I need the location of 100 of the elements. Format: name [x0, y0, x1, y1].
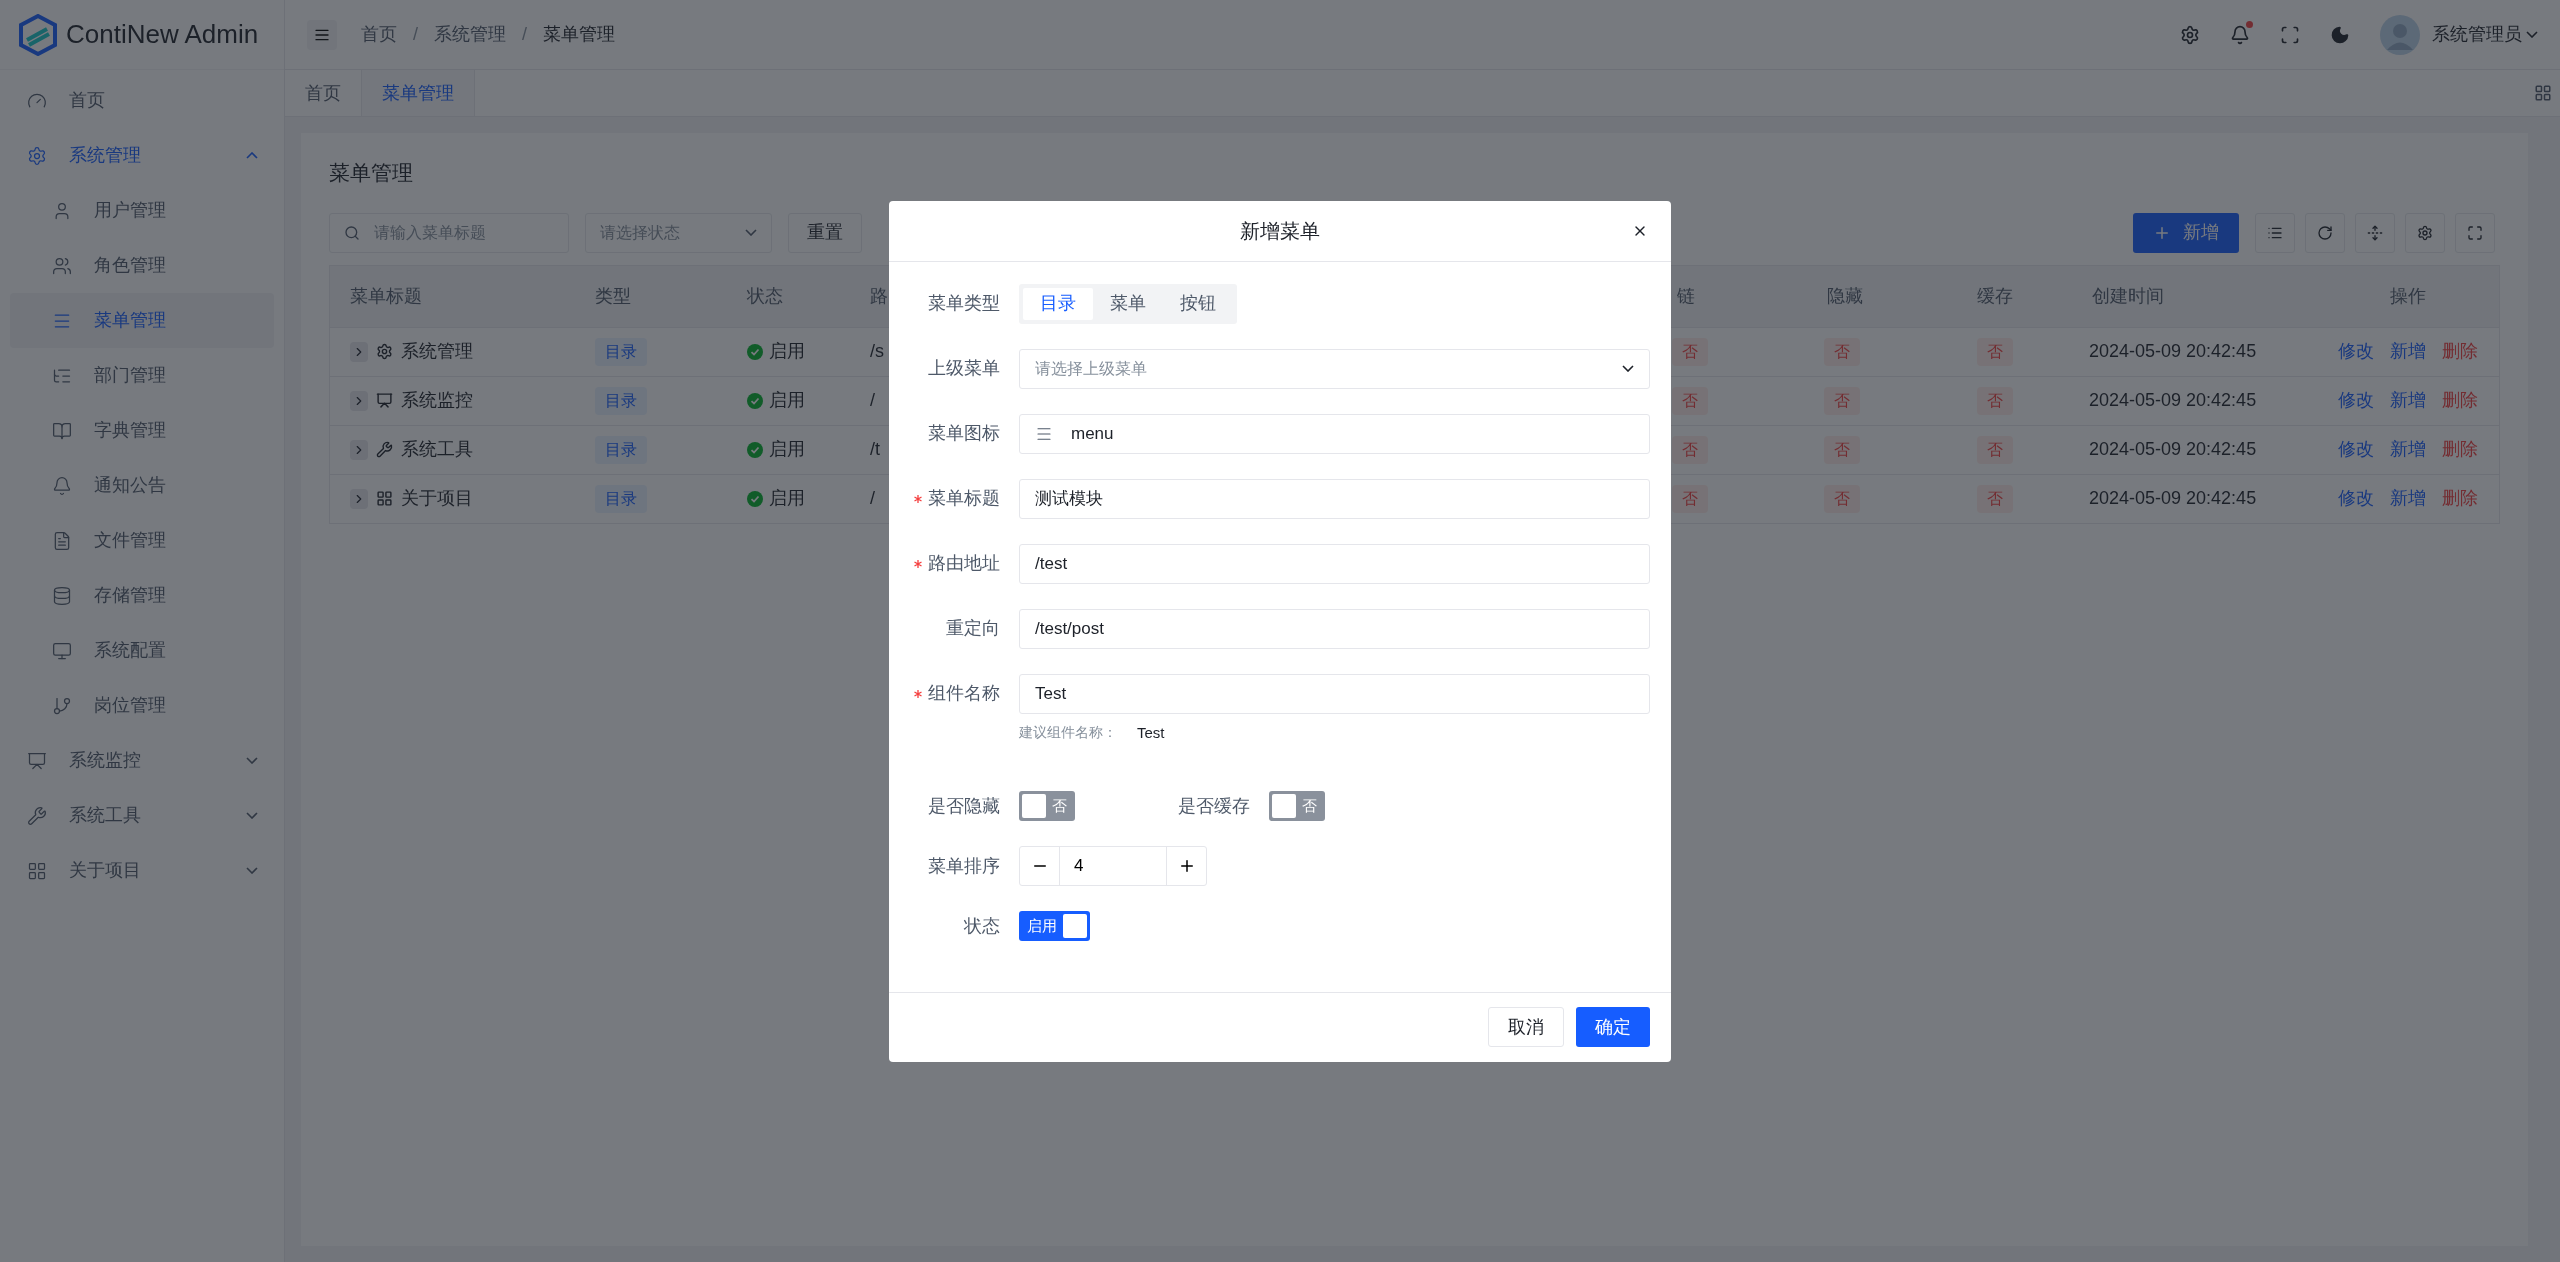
toggle-switch[interactable]: 否: [1019, 791, 1075, 821]
icon-input-field[interactable]: menu: [1019, 413, 1650, 454]
tag: 否: [1672, 337, 1708, 366]
expand-button[interactable]: [350, 439, 368, 460]
sidebar-subitem[interactable]: 部门管理: [10, 348, 274, 403]
tag: 目录: [595, 484, 647, 513]
required-icon: [914, 559, 922, 568]
breadcrumb-item: 菜单管理: [543, 23, 616, 46]
tag: 否: [1824, 337, 1860, 366]
sidebar-subitem[interactable]: 文件管理: [10, 513, 274, 568]
sidebar-item[interactable]: 系统工具: [10, 788, 274, 843]
action-link[interactable]: 新增: [2390, 387, 2426, 414]
toolbar-glyph-icon: [2317, 224, 2333, 241]
tag: 否: [1672, 484, 1708, 513]
refresh-icon[interactable]: [2305, 212, 2345, 253]
required-icon: [914, 494, 922, 503]
sidebar-subitem[interactable]: 通知公告: [10, 458, 274, 513]
segment-option[interactable]: 按钮: [1163, 287, 1233, 320]
sidebar-subitem[interactable]: 角色管理: [10, 238, 274, 293]
tag: 否: [1824, 435, 1860, 464]
avatar[interactable]: [2380, 14, 2420, 55]
confirm-button[interactable]: 确定: [1576, 1007, 1650, 1047]
form-label: 状态: [964, 914, 1000, 938]
text-input[interactable]: Test: [1019, 673, 1650, 714]
toggle-switch[interactable]: 否: [1269, 791, 1325, 821]
form-label: 重定向: [946, 617, 1000, 640]
expand-button[interactable]: [350, 341, 368, 362]
settings-icon[interactable]: [2180, 24, 2200, 45]
grid-icon: [376, 490, 393, 507]
expand-button[interactable]: [350, 488, 368, 509]
collapse-button[interactable]: [307, 19, 337, 50]
parent-menu-select[interactable]: 请选择上级菜单: [1019, 348, 1650, 389]
action-link[interactable]: 修改: [2338, 387, 2374, 414]
sidebar-subitem[interactable]: 菜单管理: [10, 293, 274, 348]
action-link[interactable]: 新增: [2390, 485, 2426, 512]
wrench-icon: [27, 805, 47, 826]
sidebar-item[interactable]: 系统监控: [10, 733, 274, 788]
sidebar-subitem[interactable]: 系统配置: [10, 623, 274, 678]
branch-icon: [52, 695, 72, 716]
action-link[interactable]: 新增: [2390, 338, 2426, 365]
action-link[interactable]: 修改: [2338, 436, 2374, 463]
breadcrumb-item[interactable]: 首页: [361, 21, 397, 48]
tag: 否: [1672, 435, 1708, 464]
sidebar-item[interactable]: 首页: [10, 73, 274, 128]
text-input[interactable]: 测试模块: [1019, 478, 1650, 519]
notification-button[interactable]: [2230, 24, 2250, 45]
tag: 否: [1977, 484, 2013, 513]
cancel-button[interactable]: 取消: [1488, 1007, 1564, 1047]
action-link[interactable]: 删除: [2442, 485, 2478, 512]
monitor-chart-icon: [376, 392, 393, 409]
table-cell: 2024-05-09 20:42:45: [2089, 439, 2257, 459]
tag: 目录: [595, 337, 647, 366]
bell-icon: [2230, 24, 2250, 45]
user-menu[interactable]: 系统管理员: [2432, 21, 2538, 48]
fullscreen-icon[interactable]: [2455, 212, 2495, 253]
hint-value[interactable]: Test: [1137, 721, 1165, 744]
sidebar-subitem[interactable]: 用户管理: [10, 183, 274, 238]
sidebar-item[interactable]: 系统管理: [10, 128, 274, 183]
table-cell-text: 启用: [769, 438, 805, 461]
tag: 目录: [595, 386, 647, 415]
gear-icon: [376, 343, 393, 360]
toggle-switch[interactable]: 启用: [1019, 911, 1090, 941]
monitor-chart-icon: [27, 750, 47, 771]
expand-button[interactable]: [350, 390, 368, 411]
check-circle-icon: [747, 441, 763, 458]
table-cell: 2024-05-09 20:42:45: [2089, 341, 2257, 361]
number-stepper[interactable]: 4: [1019, 846, 1207, 886]
sidebar-subitem[interactable]: 岗位管理: [10, 678, 274, 733]
action-link[interactable]: 删除: [2442, 387, 2478, 414]
sidebar-subitem[interactable]: 字典管理: [10, 403, 274, 458]
grid-icon[interactable]: [2534, 84, 2552, 102]
chevron-down-icon: [745, 229, 757, 236]
form-label: 菜单类型: [928, 292, 1000, 315]
action-link[interactable]: 删除: [2442, 436, 2478, 463]
action-link[interactable]: 修改: [2338, 338, 2374, 365]
add-button[interactable]: 新增: [2133, 212, 2239, 253]
segment-option[interactable]: 菜单: [1093, 287, 1163, 320]
tag: 否: [1977, 386, 2013, 415]
row-height-icon[interactable]: [2355, 212, 2395, 253]
sidebar-subitem[interactable]: 存储管理: [10, 568, 274, 623]
breadcrumb-item[interactable]: 系统管理: [434, 21, 506, 48]
moon-icon[interactable]: [2330, 24, 2350, 45]
action-link[interactable]: 修改: [2338, 485, 2374, 512]
form-label: 组件名称: [928, 682, 1000, 705]
required-icon: [914, 689, 922, 698]
text-input[interactable]: /test/post: [1019, 608, 1650, 649]
action-link[interactable]: 删除: [2442, 338, 2478, 365]
tag: 否: [1824, 386, 1860, 415]
sidebar-item[interactable]: 关于项目: [10, 843, 274, 898]
action-link[interactable]: 新增: [2390, 436, 2426, 463]
column-header: 创建时间: [2092, 285, 2164, 306]
modal-title: 新增菜单: [1240, 218, 1320, 244]
users-icon: [52, 255, 72, 276]
toolbar-glyph-icon: [2417, 224, 2433, 241]
reset-button[interactable]: 重置: [788, 212, 862, 253]
book-icon: [52, 420, 72, 441]
list-icon[interactable]: [2255, 212, 2295, 253]
fullscreen-icon[interactable]: [2280, 24, 2300, 45]
text-input[interactable]: /test: [1019, 543, 1650, 584]
segment-option[interactable]: 目录: [1023, 287, 1093, 320]
